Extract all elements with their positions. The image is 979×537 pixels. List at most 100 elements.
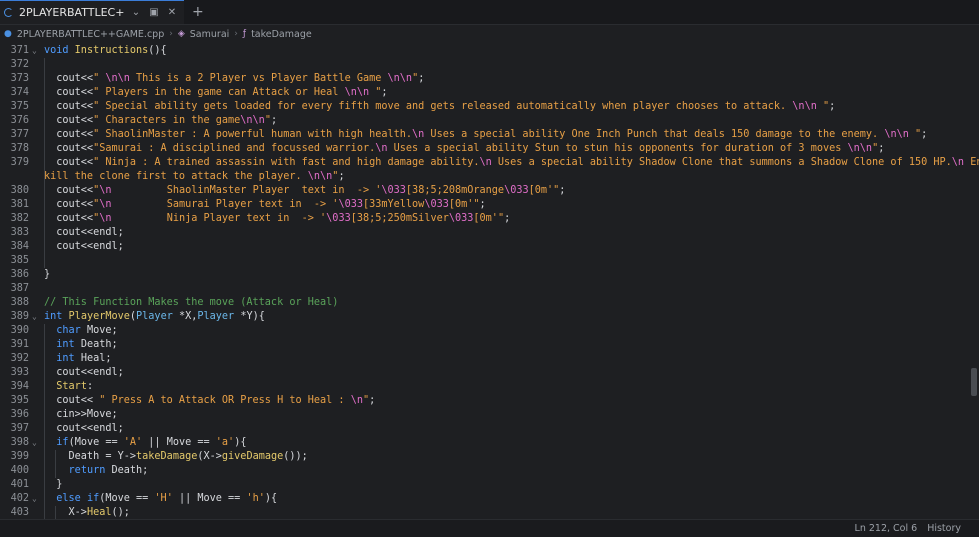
code-line[interactable]: kill the clone first to attack the playe… bbox=[0, 170, 979, 184]
code-line[interactable]: 402 ⌄ else if(Move == 'H' || Move == 'h')… bbox=[0, 492, 979, 506]
code-text: char Move; bbox=[44, 324, 117, 338]
line-number: 386 bbox=[10, 269, 29, 280]
code-token: || Move == bbox=[172, 493, 247, 504]
code-token: (X-> bbox=[197, 451, 222, 462]
code-line[interactable]: 391 int Death; bbox=[0, 338, 979, 352]
code-token: } bbox=[44, 479, 63, 490]
code-token: void bbox=[44, 45, 75, 56]
code-token: " ShaolinMaster : A powerful human with … bbox=[93, 129, 413, 140]
code-line[interactable]: 387 bbox=[0, 282, 979, 296]
code-line[interactable]: 381 cout<<"\n Samurai Player text in -> … bbox=[0, 198, 979, 212]
line-number: 387 bbox=[10, 283, 29, 294]
editor-tab[interactable]: 2PLAYERBATTLEC++GAM… ⌄ ▣ ✕ bbox=[0, 0, 184, 24]
code-token: cin>>Move; bbox=[44, 409, 118, 420]
code-line[interactable]: 384 cout<<endl; bbox=[0, 240, 979, 254]
code-token: ; bbox=[504, 213, 511, 224]
code-text: cout<<" ShaolinMaster : A powerful human… bbox=[44, 128, 927, 142]
code-token: \n bbox=[479, 157, 492, 168]
code-token: Player bbox=[136, 311, 173, 322]
code-text: cout<<endl; bbox=[44, 422, 124, 436]
code-line[interactable]: 389 ⌄ int PlayerMove(Player *X,Player *Y){ bbox=[0, 310, 979, 324]
code-text: cin>>Move; bbox=[44, 408, 118, 422]
code-token: Uses a special ability One Inch Punch th… bbox=[424, 129, 885, 140]
fold-chevron-icon[interactable]: ⌄ bbox=[32, 436, 40, 450]
code-line[interactable]: 390 char Move; bbox=[0, 324, 979, 338]
fold-chevron-icon[interactable]: ⌄ bbox=[32, 44, 40, 58]
code-token: \n\n bbox=[344, 87, 370, 98]
indent-guide bbox=[44, 254, 45, 268]
code-line[interactable]: 372 bbox=[0, 58, 979, 72]
cursor-position[interactable]: Ln 212, Col 6 bbox=[855, 523, 918, 534]
code-text: int PlayerMove(Player *X,Player *Y){ bbox=[44, 310, 265, 324]
code-line[interactable]: 396 cin>>Move; bbox=[0, 408, 979, 422]
code-line[interactable]: 373 cout<<" \n\n This is a 2 Player vs P… bbox=[0, 72, 979, 86]
code-line[interactable]: 400 return Death; bbox=[0, 464, 979, 478]
code-line[interactable]: 394 Start: bbox=[0, 380, 979, 394]
code-token: 'a' bbox=[215, 437, 235, 448]
line-number: 385 bbox=[10, 255, 29, 266]
line-number: 391 bbox=[10, 339, 29, 350]
code-line[interactable]: 398 ⌄ if(Move == 'A' || Move == 'a'){ bbox=[0, 436, 979, 450]
code-line[interactable]: 376 cout<<" Characters in the game\n\n"; bbox=[0, 114, 979, 128]
code-token: || Move == bbox=[142, 437, 216, 448]
code-token: [38;5;208mOrange bbox=[405, 185, 505, 196]
code-line[interactable]: 374 cout<<" Players in the game can Atta… bbox=[0, 86, 979, 100]
code-text: cout<<" Players in the game can Attack o… bbox=[44, 86, 388, 100]
code-token: cout<<endl; bbox=[44, 241, 124, 252]
breadcrumb-file[interactable]: 2PLAYERBATTLEC++GAME.cpp bbox=[17, 29, 164, 40]
code-token: Enemy must bbox=[970, 157, 979, 168]
code-text: cout<<"Samurai : A disciplined and focus… bbox=[44, 142, 884, 156]
code-line[interactable]: 397 cout<<endl; bbox=[0, 422, 979, 436]
code-line[interactable]: 392 int Heal; bbox=[0, 352, 979, 366]
code-line[interactable]: 386} bbox=[0, 268, 979, 282]
class-symbol-icon: ◈ bbox=[177, 29, 185, 39]
code-text: Start: bbox=[44, 380, 93, 394]
code-line[interactable]: 377 cout<<" ShaolinMaster : A powerful h… bbox=[0, 128, 979, 142]
close-icon[interactable]: ✕ bbox=[166, 7, 178, 18]
code-editor[interactable]: 371 ⌄ void Instructions(){372 373 cout<<" \… bbox=[0, 44, 979, 519]
code-token: ; bbox=[338, 171, 345, 182]
code-line[interactable]: 388 // This Function Makes the move (Atta… bbox=[0, 296, 979, 310]
fold-chevron-icon[interactable]: ⌄ bbox=[32, 310, 40, 324]
fold-chevron-icon[interactable]: ⌄ bbox=[32, 492, 40, 506]
code-line[interactable]: 382 cout<<"\n Ninja Player text in -> '\… bbox=[0, 212, 979, 226]
code-token: Ninja Player text in -> ' bbox=[111, 213, 327, 224]
vertical-scrollbar[interactable] bbox=[971, 368, 977, 396]
breadcrumb-class[interactable]: Samurai bbox=[190, 29, 230, 40]
code-token: " Press A to Attack OR Press H to Heal : bbox=[99, 395, 351, 406]
code-token: [0m'" bbox=[528, 185, 560, 196]
code-token: cout<< bbox=[44, 73, 94, 84]
new-tab-icon[interactable]: + bbox=[184, 0, 212, 24]
code-line[interactable]: 403 X->Heal(); bbox=[0, 506, 979, 519]
code-token: cout<<endl; bbox=[44, 423, 124, 434]
code-line[interactable]: 375 cout<<" Special ability gets loaded … bbox=[0, 100, 979, 114]
code-token: [0m'" bbox=[448, 199, 480, 210]
split-editor-icon[interactable]: ▣ bbox=[148, 7, 160, 18]
line-number: 395 bbox=[10, 395, 29, 406]
code-line[interactable]: 399 Death = Y->takeDamage(X->giveDamage(… bbox=[0, 450, 979, 464]
code-token: " bbox=[908, 129, 922, 140]
breadcrumb-method[interactable]: takeDamage bbox=[251, 29, 312, 40]
history-button[interactable]: History bbox=[927, 523, 961, 534]
code-token: // This Function Makes the move (Attack … bbox=[44, 297, 339, 308]
code-token: ; bbox=[381, 87, 388, 98]
code-line[interactable]: 380 cout<<"\n ShaolinMaster Player text … bbox=[0, 184, 979, 198]
code-token: int bbox=[44, 311, 69, 322]
code-token: ){ bbox=[264, 493, 278, 504]
chevron-down-icon[interactable]: ⌄ bbox=[130, 7, 142, 18]
code-line[interactable]: 401 } bbox=[0, 478, 979, 492]
code-line[interactable]: 393 cout<<endl; bbox=[0, 366, 979, 380]
code-line[interactable]: 395 cout<< " Press A to Attack OR Press … bbox=[0, 394, 979, 408]
code-line[interactable]: 379 cout<<" Ninja : A trained assassin w… bbox=[0, 156, 979, 170]
line-number: 398 bbox=[10, 437, 29, 448]
code-text: cout<<endl; bbox=[44, 240, 124, 254]
code-line[interactable]: 383 cout<<endl; bbox=[0, 226, 979, 240]
code-line[interactable]: 378 cout<<"Samurai : A disciplined and f… bbox=[0, 142, 979, 156]
code-line[interactable]: 385 bbox=[0, 254, 979, 268]
code-token: char bbox=[56, 325, 81, 336]
code-token: \n bbox=[412, 129, 425, 140]
code-token: ()); bbox=[283, 451, 308, 462]
code-line[interactable]: 371 ⌄ void Instructions(){ bbox=[0, 44, 979, 58]
